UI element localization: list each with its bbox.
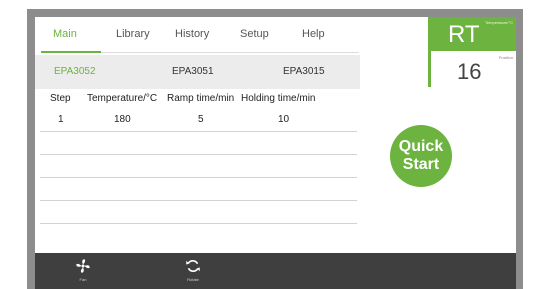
column-header-holding-time: Holding time/min xyxy=(241,93,316,104)
table-header: Step Temperature/°C Ramp time/min Holdin… xyxy=(35,93,360,107)
column-header-step: Step xyxy=(50,93,71,104)
position-status-panel: Position 16 xyxy=(428,51,516,87)
bottom-toolbar: Fan Rotate xyxy=(35,253,516,289)
rotate-icon xyxy=(186,259,200,273)
program-bar: EPA3052 EPA3051 EPA3015 xyxy=(35,55,360,89)
active-tab-indicator xyxy=(41,51,101,53)
tab-help[interactable]: Help xyxy=(302,28,325,40)
fan-label: Fan xyxy=(79,277,87,282)
program-tab-epa3015[interactable]: EPA3015 xyxy=(283,66,325,77)
table-row-divider xyxy=(40,131,357,132)
table-row-divider xyxy=(40,177,357,178)
fan-icon xyxy=(76,259,90,273)
nav-divider xyxy=(101,52,359,53)
cell-temperature: 180 xyxy=(114,114,131,125)
column-header-temperature: Temperature/°C xyxy=(87,93,158,104)
table-row-divider xyxy=(40,154,357,155)
column-header-ramp-time: Ramp time/min xyxy=(167,93,235,104)
table-row-divider xyxy=(40,200,357,201)
quick-start-button[interactable]: Quick Start xyxy=(390,125,452,187)
position-label: Position xyxy=(498,55,513,60)
tab-history[interactable]: History xyxy=(175,28,209,40)
cell-holding-time: 10 xyxy=(278,114,290,125)
cell-step: 1 xyxy=(58,114,64,125)
rotate-label: Rotate xyxy=(187,277,199,282)
program-tab-epa3052[interactable]: EPA3052 xyxy=(54,66,96,77)
tab-main[interactable]: Main xyxy=(53,28,77,40)
touch-screen: Main Library History Setup Help EPA3052 … xyxy=(35,17,516,253)
rotate-button[interactable]: Rotate xyxy=(173,257,213,287)
position-value: 16 xyxy=(457,59,482,84)
tab-library[interactable]: Library xyxy=(116,28,150,40)
main-nav: Main Library History Setup Help xyxy=(35,17,360,53)
temperature-value: RT xyxy=(448,21,480,48)
fan-button[interactable]: Fan xyxy=(63,257,103,287)
program-tab-epa3051[interactable]: EPA3051 xyxy=(172,66,214,77)
temperature-label: Temperature/°C xyxy=(484,20,513,25)
tab-setup[interactable]: Setup xyxy=(240,28,269,40)
cell-ramp-time: 5 xyxy=(198,114,204,125)
table-row-divider xyxy=(40,223,357,224)
temperature-status-panel: Temperature/°C RT xyxy=(428,17,516,51)
